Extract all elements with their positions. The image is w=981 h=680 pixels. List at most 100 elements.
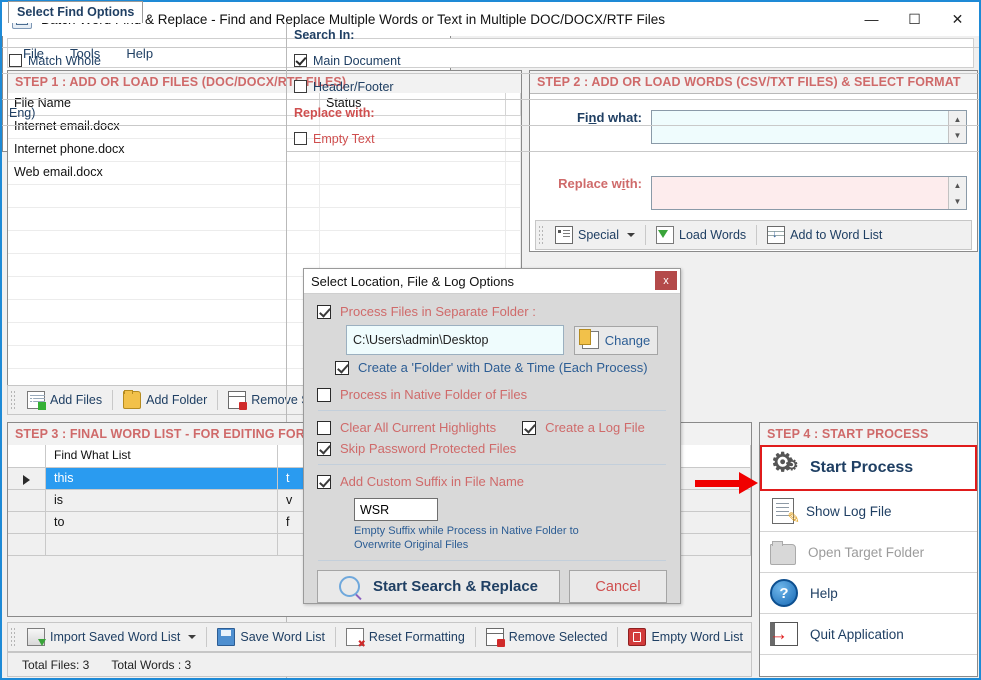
remove-selected-label: Remove Selected [508,630,608,644]
trash-icon [628,628,647,646]
left-cell-2 [2,74,286,100]
change-label: Change [604,332,651,348]
toolbar-separator [334,627,336,647]
header-footer-checkbox[interactable] [294,80,307,93]
dialog-buttons: Start Search & Replace Cancel [317,570,667,603]
main-document-option[interactable]: Main Document [287,48,979,74]
open-target-folder-button[interactable]: Open Target Folder [760,532,977,573]
status-bar: Total Files: 3 Total Words : 3 [7,652,752,677]
gears-icon [771,449,798,481]
folder-browse-icon [578,329,599,349]
save-label: Save Word List [240,630,325,644]
empty-text-option[interactable]: Empty Text [287,126,979,152]
cancel-button[interactable]: Cancel [569,570,667,603]
remove-selected-words-button[interactable]: Remove Selected [479,625,615,649]
open-target-folder-label: Open Target Folder [808,544,925,560]
dialog-title-bar: Select Location, File & Log Options x [304,269,680,294]
create-log-checkbox[interactable] [522,420,537,435]
cell-find-what: to [46,512,278,534]
clear-highlights-label: Clear All Current Highlights [340,420,497,435]
exit-icon [769,622,798,646]
remove-row-icon [485,628,505,647]
start-search-replace-button[interactable]: Start Search & Replace [317,570,560,603]
divider [318,464,666,465]
empty-text-checkbox[interactable] [294,132,307,145]
target-path-input[interactable] [346,325,564,355]
location-log-options-dialog: Select Location, File & Log Options x Pr… [303,268,681,604]
show-log-file-button[interactable]: Show Log File [760,491,977,532]
native-folder-checkbox[interactable] [317,387,331,402]
dialog-body: Process Files in Separate Folder : Chang… [304,294,680,603]
skip-password-option[interactable]: Skip Password Protected Files [317,441,667,456]
row-marker [8,468,46,490]
help-button[interactable]: ? Help [760,573,977,614]
separate-folder-option[interactable]: Process Files in Separate Folder : [317,304,667,319]
left-cell-3: Eng) [2,100,286,126]
step4-header: STEP 4 : START PROCESS [760,423,977,446]
attention-arrow-icon [695,472,760,494]
column-marker [8,445,46,467]
suffix-hint: Empty Suffix while Process in Native Fol… [354,525,579,551]
skip-password-label: Skip Password Protected Files [340,441,517,456]
reset-formatting-button[interactable]: Reset Formatting [339,625,472,650]
header-footer-label: Header/Footer [313,79,394,94]
custom-suffix-label: Add Custom Suffix in File Name [340,474,524,489]
search-in-header: Search In: [287,22,979,48]
chevron-down-icon[interactable] [188,635,197,639]
custom-suffix-option[interactable]: Add Custom Suffix in File Name [317,474,667,489]
start-process-button[interactable]: Start Process [760,445,977,491]
date-time-folder-option[interactable]: Create a 'Folder' with Date & Time (Each… [317,360,667,375]
cell-find-what: this [46,468,278,490]
start-search-replace-label: Start Search & Replace [372,578,539,595]
toolbar-separator [617,627,619,647]
step4-panel: STEP 4 : START PROCESS Start Process Sho… [759,422,978,677]
date-time-folder-checkbox[interactable] [335,360,349,375]
import-saved-word-list-button[interactable]: Import Saved Word List [20,625,203,649]
native-folder-option[interactable]: Process in Native Folder of Files [317,387,667,402]
custom-suffix-checkbox[interactable] [317,474,331,489]
empty-label: Empty Word List [651,630,743,644]
help-icon: ? [770,579,798,607]
separate-folder-checkbox[interactable] [317,304,331,319]
total-words-status: Total Words : 3 [111,657,192,672]
empty-word-list-button[interactable]: Empty Word List [621,625,749,649]
header-footer-option[interactable]: Header/Footer [287,74,979,100]
divider [318,410,666,411]
date-time-folder-label: Create a 'Folder' with Date & Time (Each… [358,360,648,375]
start-process-label: Start Process [810,459,914,476]
reset-label: Reset Formatting [368,630,465,644]
import-icon [27,628,46,646]
step3-toolbar: Import Saved Word List Save Word List Re… [7,622,752,652]
main-document-label: Main Document [313,53,401,68]
quit-application-button[interactable]: Quit Application [760,614,977,655]
toolbar-grip-icon [10,627,17,647]
step4-actions: Start Process Show Log File Open Target … [760,445,977,676]
main-document-checkbox[interactable] [294,54,307,67]
replace-with-header: Replace with: [287,100,979,126]
match-whole-option[interactable]: Match Whole [2,48,286,74]
dialog-title: Select Location, File & Log Options [311,273,515,289]
target-path-row: Change [346,325,667,355]
create-log-label: Create a Log File [545,420,645,435]
dialog-close-button[interactable]: x [655,271,677,290]
help-label: Help [810,585,838,601]
column-find-what-list: Find What List [46,445,278,467]
clear-highlights-checkbox[interactable] [317,420,331,435]
find-options-tab[interactable]: Select Find Options [8,1,144,23]
current-row-icon [23,475,30,485]
folder-icon [770,540,796,565]
search-icon [338,576,360,597]
toolbar-separator [474,627,476,647]
log-icon [772,498,800,527]
import-label: Import Saved Word List [50,630,181,644]
save-word-list-button[interactable]: Save Word List [210,625,332,649]
match-whole-checkbox[interactable] [9,54,22,67]
reset-icon [345,628,366,650]
change-folder-button[interactable]: Change [574,325,658,355]
application-window: Batch Word Find & Replace - Find and Rep… [0,0,981,680]
show-log-file-label: Show Log File [806,503,892,519]
suffix-input[interactable] [354,498,438,521]
skip-password-checkbox[interactable] [317,441,331,456]
row-marker [8,490,46,512]
highlights-log-row: Clear All Current Highlights Create a Lo… [317,420,667,435]
